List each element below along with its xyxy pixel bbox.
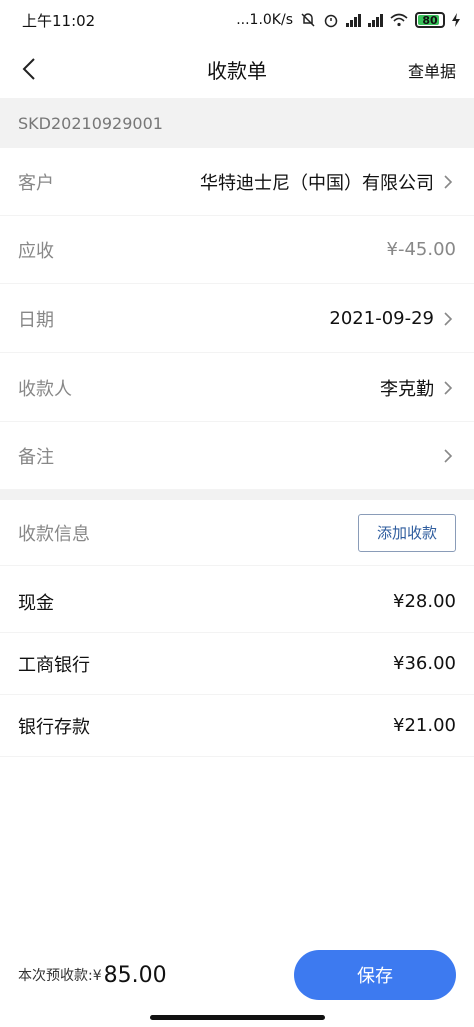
prepayment-total-value: 85.00 (103, 962, 167, 988)
network-speed: ...1.0K/s (236, 12, 293, 28)
payment-info-header: 收款信息 添加收款 (0, 500, 474, 566)
nav-bar: 收款单 查单据 (0, 40, 474, 98)
order-number: SKD20210929001 (0, 98, 474, 148)
payee-label: 收款人 (18, 378, 72, 400)
signal-icon (346, 13, 361, 27)
remark-row[interactable]: 备注 (0, 422, 474, 490)
section-divider (0, 490, 474, 500)
home-indicator[interactable] (150, 1015, 325, 1020)
wifi-icon (390, 13, 408, 27)
payment-row[interactable]: 工商银行 ¥36.00 (0, 633, 474, 695)
customer-value: 华特迪士尼（中国）有限公司 (200, 172, 434, 194)
payment-amount: ¥36.00 (393, 653, 456, 674)
charging-icon (452, 13, 460, 27)
payee-value: 李克勤 (380, 378, 434, 400)
add-payment-button[interactable]: 添加收款 (358, 513, 456, 552)
view-documents-button[interactable]: 查单据 (408, 58, 456, 82)
date-row[interactable]: 日期 2021-09-29 (0, 285, 474, 353)
signal-icon (368, 13, 383, 27)
date-label: 日期 (18, 309, 54, 331)
payment-info-label: 收款信息 (18, 523, 90, 545)
customer-label: 客户 (18, 172, 54, 194)
chevron-right-icon (440, 172, 456, 192)
payment-amount: ¥28.00 (393, 591, 456, 612)
page-title: 收款单 (207, 58, 267, 83)
payment-row[interactable]: 现金 ¥28.00 (0, 571, 474, 633)
payment-method: 工商银行 (18, 654, 90, 676)
chevron-left-icon (22, 58, 35, 80)
battery-icon: 80 (415, 12, 445, 28)
mute-icon (301, 13, 315, 27)
chevron-right-icon (440, 309, 456, 329)
back-button[interactable] (14, 52, 44, 86)
payment-method: 银行存款 (18, 716, 90, 738)
bottom-bar: 本次预收款:¥ 85.00 保存 (0, 940, 474, 1010)
status-bar: 上午11:02 ...1.0K/s 80 (0, 0, 474, 40)
receivable-label: 应收 (18, 240, 54, 262)
status-icons: ...1.0K/s 80 (236, 12, 460, 28)
payment-row[interactable]: 银行存款 ¥21.00 (0, 695, 474, 757)
payee-row[interactable]: 收款人 李克勤 (0, 354, 474, 422)
receivable-row: 应收 ¥-45.00 (0, 216, 474, 284)
prepayment-total-label: 本次预收款:¥ (18, 968, 102, 984)
payment-method: 现金 (18, 592, 54, 614)
payment-amount: ¥21.00 (393, 715, 456, 736)
alarm-icon (324, 14, 338, 28)
save-button[interactable]: 保存 (294, 950, 456, 1000)
receivable-value: ¥-45.00 (386, 239, 456, 260)
status-time: 上午11:02 (22, 11, 96, 30)
chevron-right-icon (440, 378, 456, 398)
chevron-right-icon (440, 446, 456, 466)
date-value: 2021-09-29 (329, 308, 434, 329)
remark-label: 备注 (18, 446, 54, 468)
customer-row[interactable]: 客户 华特迪士尼（中国）有限公司 (0, 148, 474, 216)
